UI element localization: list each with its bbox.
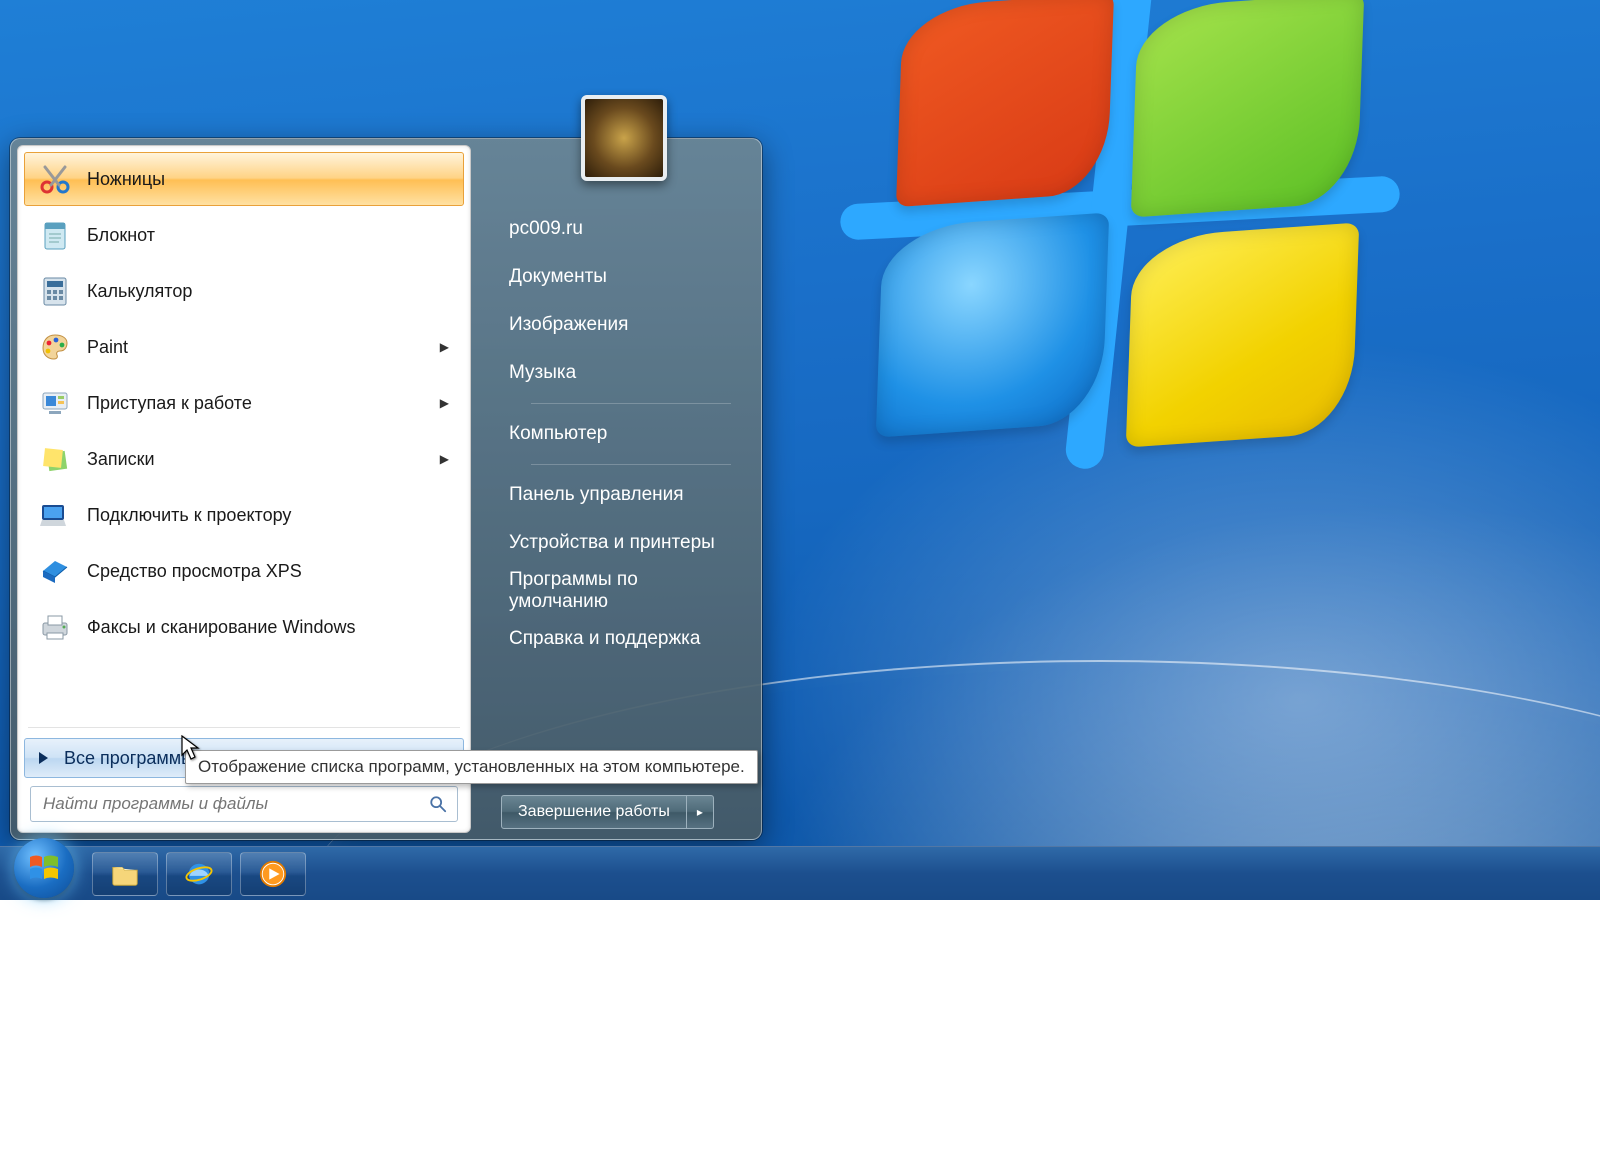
- shutdown-row: Завершение работы ▸: [501, 795, 739, 829]
- right-link-help[interactable]: Справка и поддержка: [501, 615, 739, 663]
- submenu-arrow-icon: ▶: [440, 340, 449, 354]
- program-item-projector[interactable]: Подключить к проектору: [24, 488, 464, 542]
- start-menu: Ножницы Блокнот Калькулятор Paint ▶: [10, 138, 762, 840]
- shutdown-button[interactable]: Завершение работы: [501, 795, 687, 829]
- right-link-music[interactable]: Музыка: [501, 349, 739, 397]
- program-item-snipping-tool[interactable]: Ножницы: [24, 152, 464, 206]
- program-label: Калькулятор: [87, 281, 192, 302]
- program-item-paint[interactable]: Paint ▶: [24, 320, 464, 374]
- scissors-icon: [39, 163, 71, 195]
- program-label: Записки: [87, 449, 155, 470]
- notepad-icon: [39, 219, 71, 251]
- sticky-notes-icon: [39, 443, 71, 475]
- shutdown-options-button[interactable]: ▸: [687, 795, 714, 829]
- taskbar-media-player-button[interactable]: [240, 852, 306, 896]
- separator: [531, 403, 731, 404]
- right-link-default-programs[interactable]: Программы по умолчанию: [501, 567, 739, 615]
- program-item-notepad[interactable]: Блокнот: [24, 208, 464, 262]
- pinned-programs-list: Ножницы Блокнот Калькулятор Paint ▶: [18, 146, 470, 721]
- all-programs-label: Все программы: [64, 748, 194, 769]
- media-player-icon: [258, 859, 288, 889]
- windows-flag-icon: [27, 851, 61, 885]
- fax-scan-icon: [39, 611, 71, 643]
- program-label: Подключить к проектору: [87, 505, 291, 526]
- program-label: Средство просмотра XPS: [87, 561, 302, 582]
- separator: [28, 727, 460, 728]
- paint-icon: [39, 331, 71, 363]
- windows-logo: [880, 0, 1400, 500]
- right-link-computer[interactable]: Компьютер: [501, 410, 739, 458]
- program-item-getting-started[interactable]: Приступая к работе ▶: [24, 376, 464, 430]
- right-link-pictures[interactable]: Изображения: [501, 301, 739, 349]
- right-link-control-panel[interactable]: Панель управления: [501, 471, 739, 519]
- program-item-fax-scan[interactable]: Факсы и сканирование Windows: [24, 600, 464, 654]
- submenu-arrow-icon: ▶: [440, 452, 449, 466]
- projector-icon: [39, 499, 71, 531]
- start-menu-left-panel: Ножницы Блокнот Калькулятор Paint ▶: [17, 145, 471, 833]
- start-button[interactable]: [14, 838, 74, 898]
- tooltip: Отображение списка программ, установленн…: [185, 750, 758, 784]
- getting-started-icon: [39, 387, 71, 419]
- right-link-user[interactable]: pc009.ru: [501, 205, 739, 253]
- internet-explorer-icon: [184, 859, 214, 889]
- program-label: Факсы и сканирование Windows: [87, 617, 355, 638]
- xps-viewer-icon: [39, 555, 71, 587]
- right-link-devices[interactable]: Устройства и принтеры: [501, 519, 739, 567]
- program-label: Ножницы: [87, 169, 165, 190]
- program-item-xps-viewer[interactable]: Средство просмотра XPS: [24, 544, 464, 598]
- submenu-arrow-icon: ▶: [440, 396, 449, 410]
- search-box[interactable]: [30, 786, 458, 822]
- program-label: Приступая к работе: [87, 393, 252, 414]
- search-input[interactable]: [41, 793, 429, 815]
- taskbar-ie-button[interactable]: [166, 852, 232, 896]
- right-link-documents[interactable]: Документы: [501, 253, 739, 301]
- start-menu-right-panel: pc009.ru Документы Изображения Музыка Ко…: [477, 139, 761, 839]
- program-label: Блокнот: [87, 225, 155, 246]
- calculator-icon: [39, 275, 71, 307]
- user-picture[interactable]: [581, 95, 667, 181]
- triangle-right-icon: [39, 752, 48, 764]
- program-item-sticky-notes[interactable]: Записки ▶: [24, 432, 464, 486]
- program-item-calculator[interactable]: Калькулятор: [24, 264, 464, 318]
- program-label: Paint: [87, 337, 128, 358]
- taskbar-explorer-button[interactable]: [92, 852, 158, 896]
- search-icon: [429, 795, 447, 813]
- taskbar: [0, 846, 1600, 900]
- separator: [531, 464, 731, 465]
- folder-icon: [110, 859, 140, 889]
